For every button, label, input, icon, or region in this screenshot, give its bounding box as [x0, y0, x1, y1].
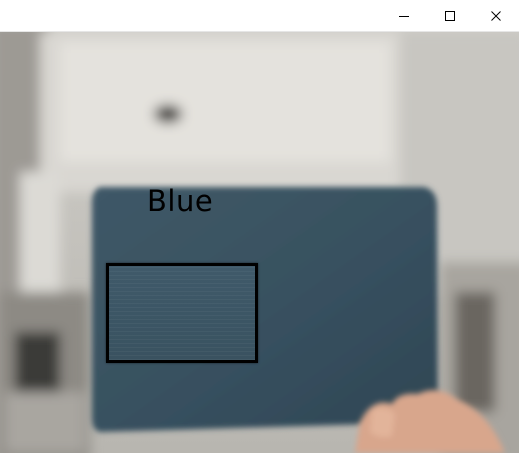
minimize-icon	[399, 15, 409, 17]
close-button[interactable]	[473, 0, 519, 31]
close-icon	[491, 10, 501, 21]
maximize-button[interactable]	[427, 0, 473, 31]
minimize-button[interactable]	[381, 0, 427, 31]
camera-scene	[0, 32, 519, 453]
detection-bounding-box	[106, 263, 258, 363]
camera-window: Blue	[0, 0, 519, 453]
camera-feed	[0, 32, 519, 453]
maximize-icon	[445, 10, 455, 21]
detection-label: Blue	[147, 184, 214, 218]
title-bar[interactable]	[0, 0, 519, 32]
